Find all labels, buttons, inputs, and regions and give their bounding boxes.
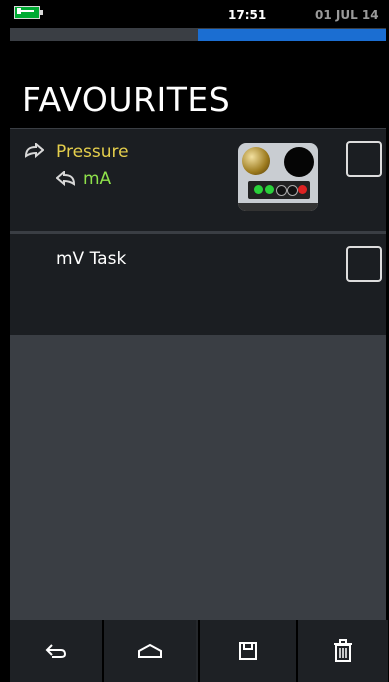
trash-icon: [334, 639, 352, 662]
favourite-label-ma: mA: [83, 169, 112, 189]
status-time: 17:51: [228, 8, 267, 22]
bottom-toolbar: [10, 620, 388, 682]
status-bar: 17:51 01 JUL 14: [10, 0, 386, 28]
back-arrow-icon: [45, 644, 67, 658]
home-button[interactable]: [102, 620, 196, 682]
favourite-checkbox-1[interactable]: [346, 141, 382, 177]
screen: 17:51 01 JUL 14 FAVOURITES Pressure mA m…: [10, 0, 388, 682]
favourite-label-mv-task: mV Task: [56, 249, 127, 269]
back-button[interactable]: [10, 620, 102, 682]
save-button[interactable]: [198, 620, 296, 682]
favourite-label-pressure: Pressure: [56, 142, 129, 162]
arrow-left-icon: [56, 171, 76, 187]
progress-bar: [198, 29, 386, 41]
page-title: FAVOURITES: [22, 80, 231, 119]
status-date: 01 JUL 14: [315, 8, 379, 22]
page-header: FAVOURITES: [10, 41, 386, 128]
battery-charging-icon: [14, 6, 43, 19]
delete-button[interactable]: [296, 620, 388, 682]
home-icon: [138, 643, 162, 658]
favourite-checkbox-2[interactable]: [346, 246, 382, 282]
favourite-item-pressure-ma[interactable]: Pressure mA: [10, 129, 386, 231]
save-icon: [239, 642, 257, 660]
arrow-right-icon: [24, 143, 44, 159]
favourite-item-mv-task[interactable]: mV Task: [10, 234, 386, 335]
calibrator-device-image: [238, 143, 318, 211]
